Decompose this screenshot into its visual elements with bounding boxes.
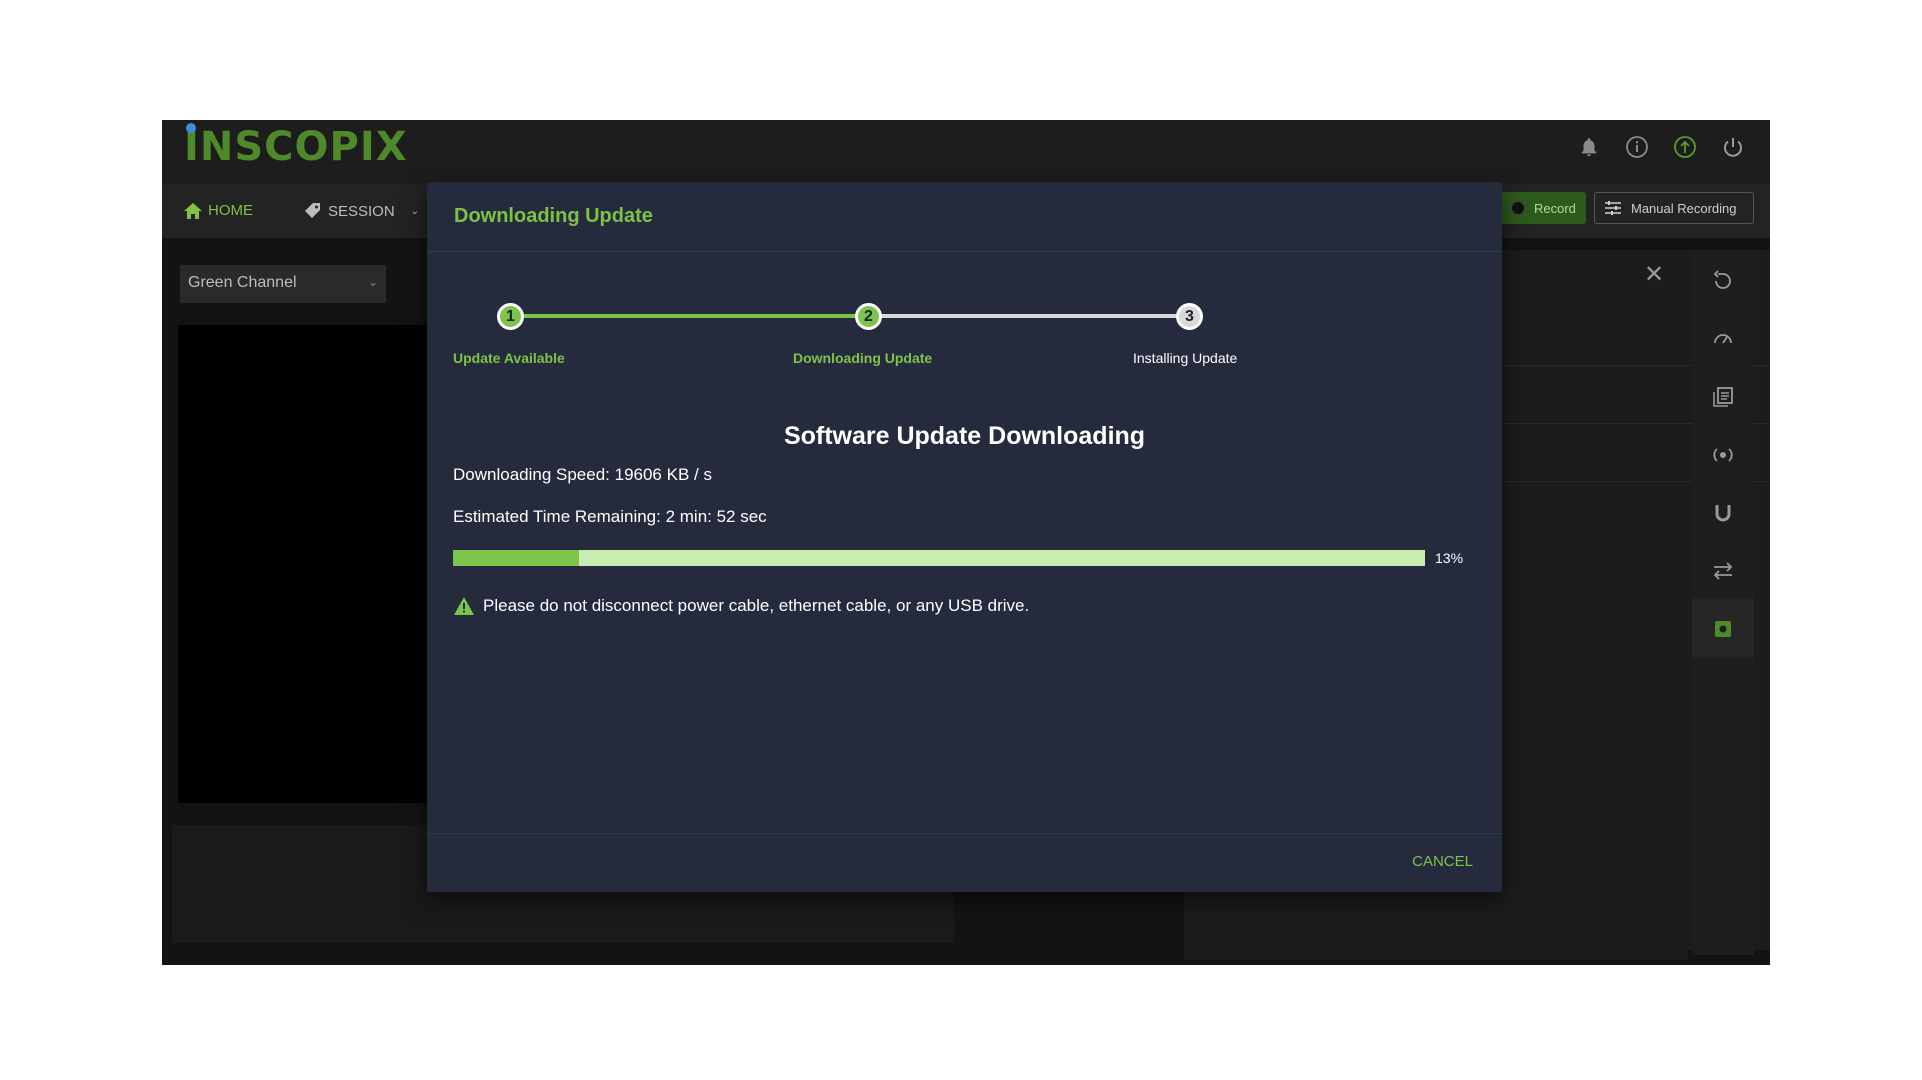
step-1-label: Update Available — [453, 350, 565, 366]
home-icon — [184, 202, 202, 219]
library-icon[interactable] — [1708, 382, 1738, 412]
nav-home-label: HOME — [208, 202, 253, 219]
gauge-icon[interactable] — [1708, 324, 1738, 354]
manual-recording-label: Manual Recording — [1631, 200, 1737, 216]
tag-icon — [305, 203, 320, 218]
cancel-button[interactable]: CANCEL — [1412, 853, 1473, 870]
swap-icon[interactable] — [1708, 556, 1738, 586]
broadcast-icon[interactable] — [1708, 440, 1738, 470]
record-dot-icon — [1512, 202, 1524, 214]
logo-dot — [186, 123, 196, 133]
step-2-circle: 2 — [855, 303, 882, 330]
progress-percent: 13% — [1435, 550, 1464, 566]
warning-text: Please do not disconnect power cable, et… — [483, 596, 1030, 615]
progress-bar-fill — [453, 550, 580, 566]
app-logo: INSCOPIX — [184, 124, 408, 170]
rotate-icon[interactable] — [1708, 266, 1738, 296]
top-icons — [1574, 132, 1748, 162]
time-remaining: Estimated Time Remaining: 2 min: 52 sec — [453, 507, 767, 526]
record-label: Record — [1534, 200, 1576, 216]
chevron-down-icon: ⌄ — [367, 275, 378, 289]
top-bar: INSCOPIX — [162, 120, 1770, 184]
nav-session-label: SESSION — [328, 202, 395, 220]
dialog-heading: Software Update Downloading — [783, 422, 1146, 450]
stepper-progress-line — [512, 314, 868, 318]
warning-icon — [454, 597, 474, 615]
nav-session[interactable]: SESSION ⌄ — [304, 202, 419, 220]
power-icon[interactable] — [1718, 132, 1748, 162]
download-speed: Downloading Speed: 19606 KB / s — [453, 465, 712, 484]
manual-recording-button[interactable]: Manual Recording — [1594, 192, 1754, 224]
update-icon[interactable] — [1670, 132, 1700, 162]
step-1-circle: 1 — [497, 303, 524, 330]
step-3-circle: 3 — [1176, 303, 1203, 330]
info-icon[interactable] — [1622, 132, 1652, 162]
dialog-title: Downloading Update — [454, 205, 653, 227]
channel-select-value: Green Channel — [188, 274, 297, 291]
channel-select[interactable]: Green Channel ⌄ — [180, 265, 386, 303]
sliders-icon — [1605, 201, 1621, 215]
bell-icon[interactable] — [1574, 132, 1604, 162]
side-rail — [1692, 250, 1754, 955]
settings-icon[interactable] — [1708, 614, 1738, 644]
step-3-label: Installing Update — [1133, 350, 1238, 366]
update-dialog: Downloading Update 1 2 3 Update Availabl… — [427, 182, 1502, 892]
stepper-remaining-line — [868, 314, 1190, 318]
dialog-header: Downloading Update — [427, 182, 1502, 252]
record-button[interactable]: Record — [1500, 192, 1586, 224]
magnet-icon[interactable] — [1708, 498, 1738, 528]
dialog-footer: CANCEL — [427, 833, 1502, 892]
close-icon[interactable]: ✕ — [1644, 260, 1664, 289]
chevron-down-icon: ⌄ — [410, 205, 420, 217]
warning-message: Please do not disconnect power cable, et… — [453, 596, 1029, 616]
progress-bar — [453, 550, 1425, 566]
nav-home[interactable]: HOME — [184, 202, 253, 219]
step-2-label: Downloading Update — [793, 350, 933, 366]
